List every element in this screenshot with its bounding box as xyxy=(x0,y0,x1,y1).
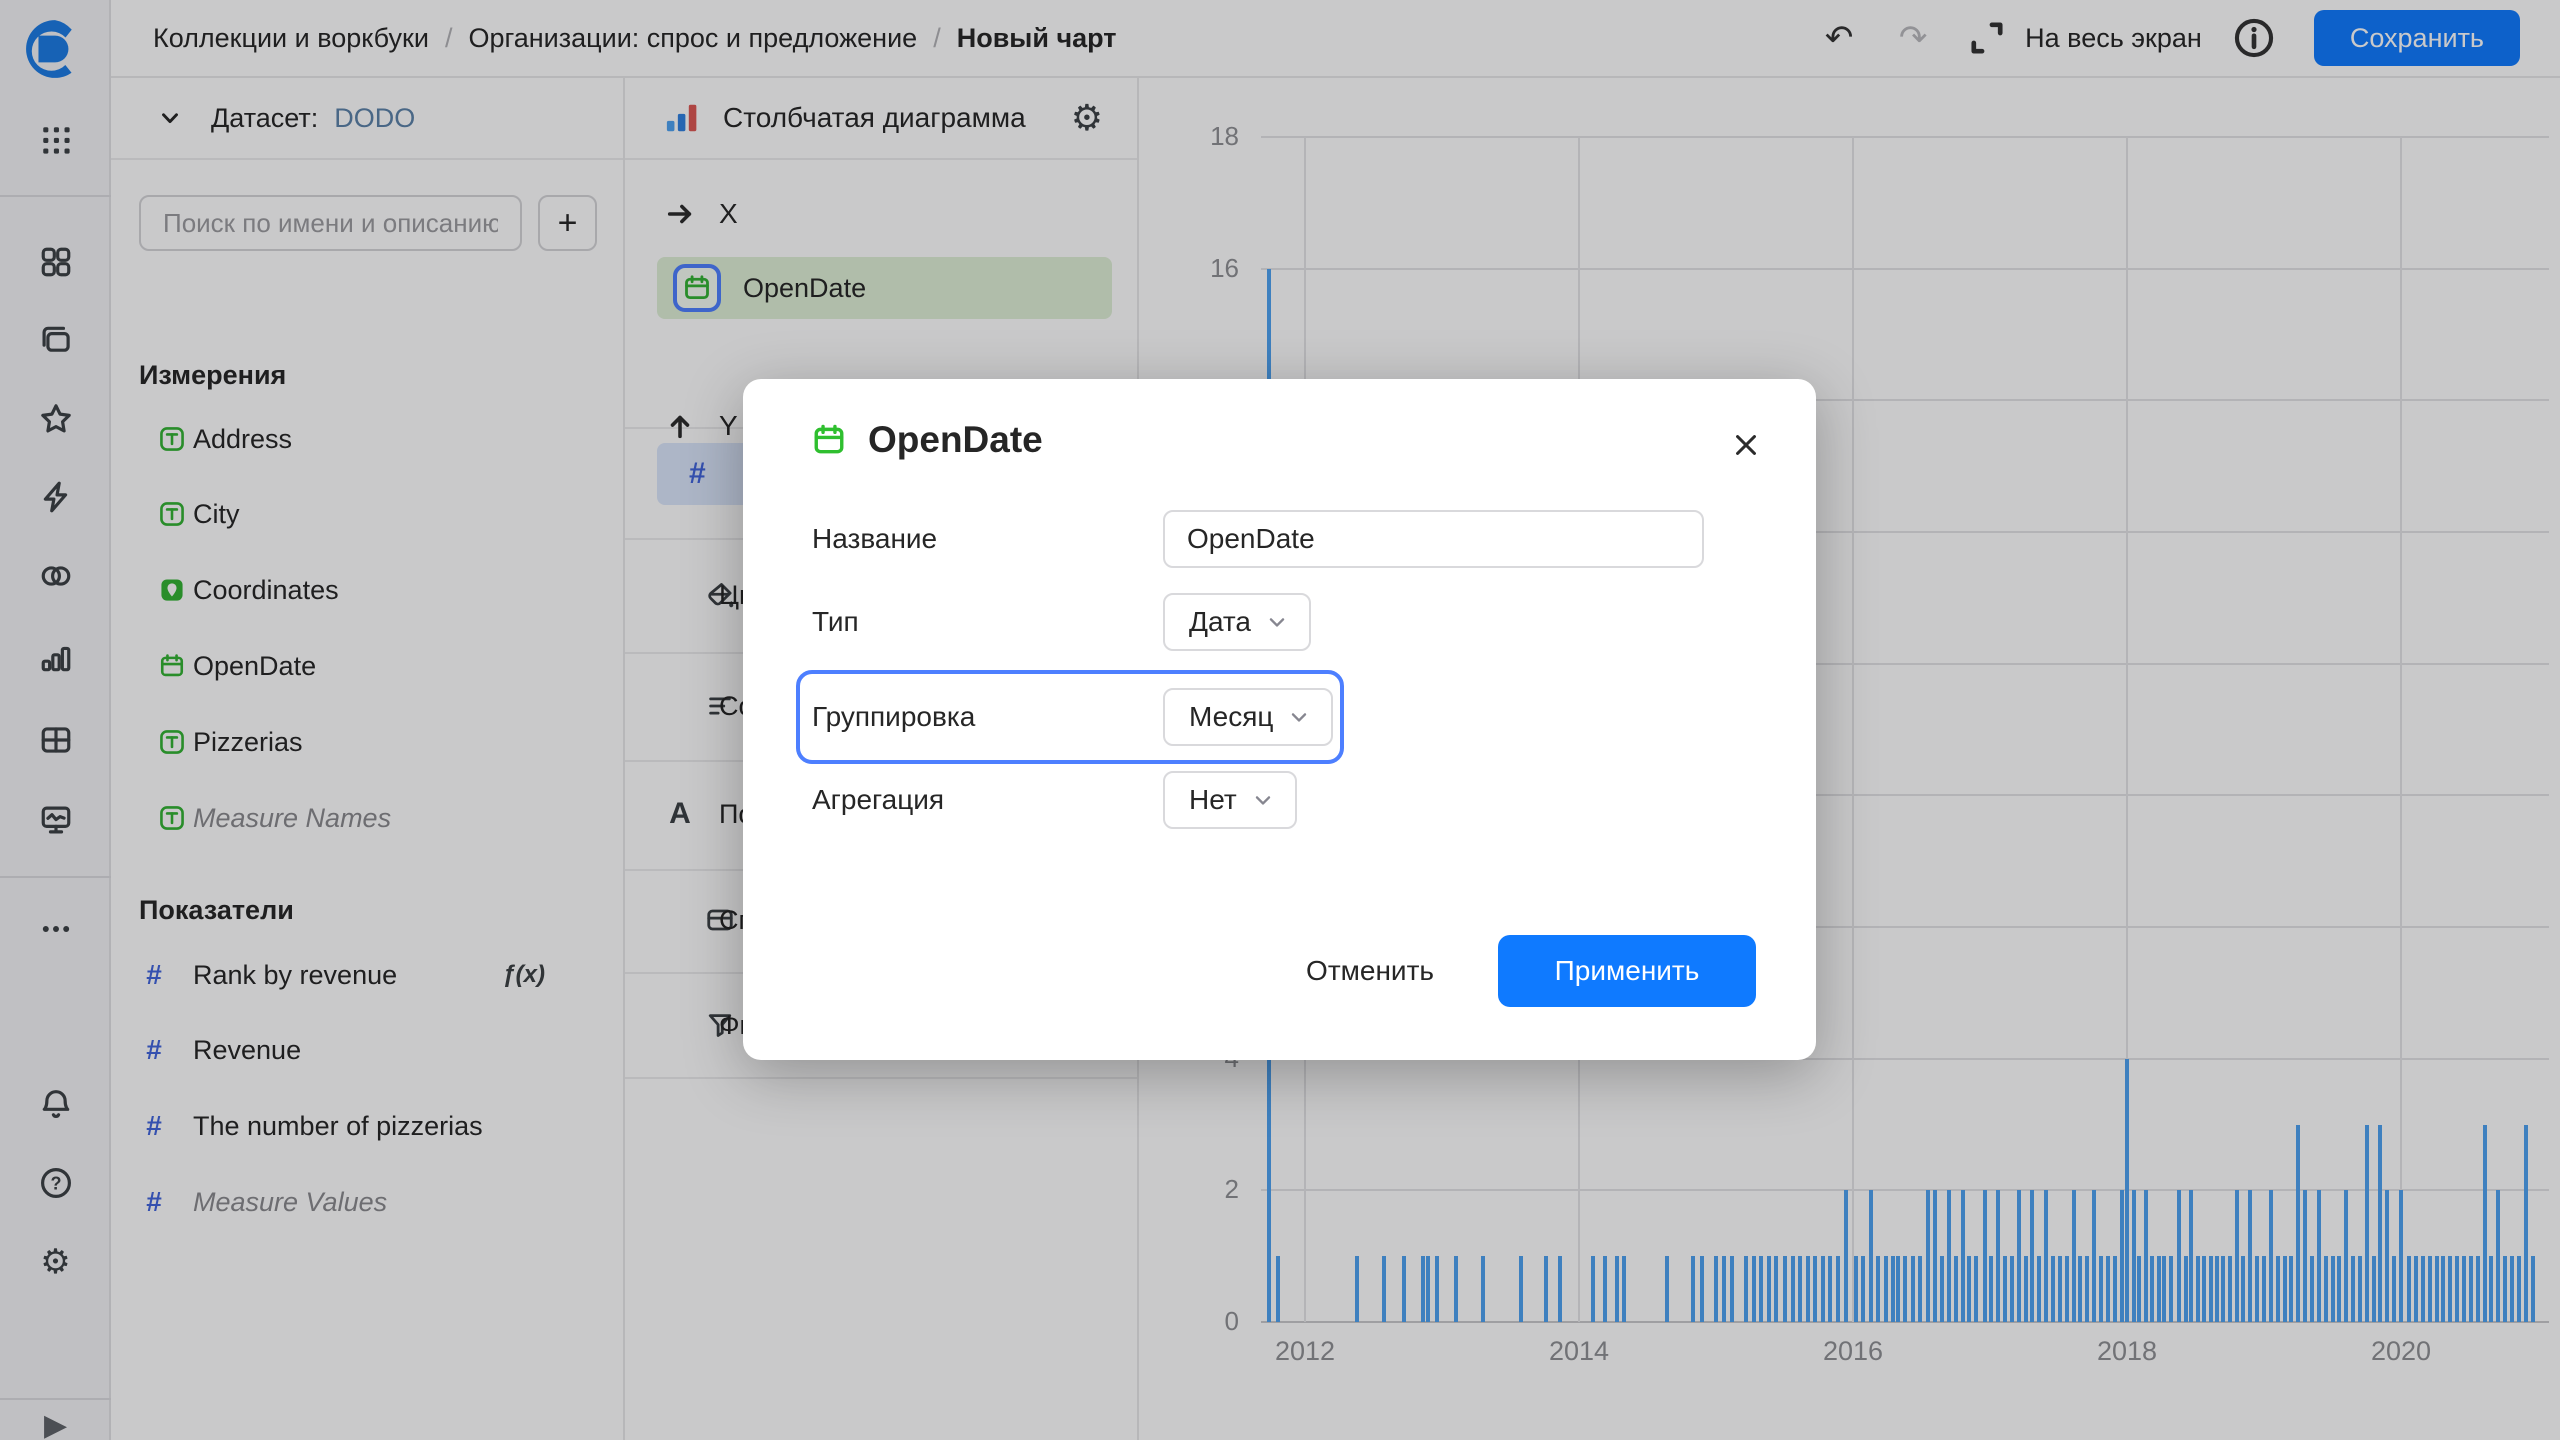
modal-buttons: Отменить Применить xyxy=(1306,935,1756,1007)
modal-field-label: Тип xyxy=(812,606,1163,638)
close-icon[interactable] xyxy=(1722,421,1770,469)
modal-field-label: Название xyxy=(812,523,1163,555)
apply-button[interactable]: Применить xyxy=(1498,935,1756,1007)
modal-field-label: Агрегация xyxy=(812,784,1163,816)
chevron-down-icon xyxy=(1251,788,1275,812)
grouping-focus-ring xyxy=(796,670,1344,764)
datalens-chart-editor: 02468101214161820122014201620182020 ?⚙▶ … xyxy=(0,0,2560,1440)
modal-field-группировка: ГруппировкаМесяц xyxy=(812,688,1752,746)
cancel-button[interactable]: Отменить xyxy=(1306,955,1434,987)
modal-name-input[interactable] xyxy=(1163,510,1704,568)
modal-field-тип: Тип Дата xyxy=(812,593,1752,651)
modal-field-агрегация: Агрегация Нет xyxy=(812,771,1752,829)
modal-select-агрегация[interactable]: Нет xyxy=(1163,771,1297,829)
calendar-icon xyxy=(812,423,846,457)
modal-header: OpenDate xyxy=(812,419,1043,461)
select-value: Дата xyxy=(1189,606,1251,638)
select-value: Нет xyxy=(1189,784,1237,816)
modal-select-тип[interactable]: Дата xyxy=(1163,593,1311,651)
modal-title: OpenDate xyxy=(868,419,1043,461)
field-settings-modal: OpenDate Название Тип Дата ГруппировкаМесяц… xyxy=(743,379,1816,1060)
chevron-down-icon xyxy=(1265,610,1289,634)
modal-field-название: Название xyxy=(812,510,1752,568)
